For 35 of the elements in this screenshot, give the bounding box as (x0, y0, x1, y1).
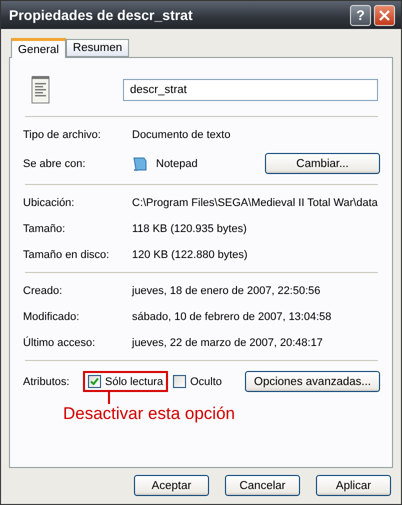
advanced-options-button[interactable]: Opciones avanzadas... (245, 371, 380, 392)
field-value: 120 KB (122.880 bytes) (132, 248, 248, 260)
field-value: C:\Program Files\SEGA\Medieval II Total War\data (132, 196, 378, 208)
field-label: Tamaño en disco: (23, 248, 110, 260)
dialog-button[interactable]: Aplicar (316, 475, 391, 496)
checkbox-label: Sólo lectura (105, 376, 164, 388)
help-button[interactable]: ? (350, 4, 371, 26)
file-name-field[interactable]: descr_strat (123, 79, 378, 101)
field-label: Último acceso: (23, 336, 96, 348)
field-value: jueves, 22 de marzo de 2007, 20:48:17 (132, 336, 323, 348)
field-value: Notepad (156, 158, 198, 170)
field-value: jueves, 18 de enero de 2007, 22:50:56 (132, 284, 320, 296)
close-button[interactable] (374, 4, 395, 26)
field-value: sábado, 10 de febrero de 2007, 13:04:58 (132, 310, 332, 322)
dialog-button[interactable]: Aceptar (134, 475, 209, 496)
field-label: Modificado: (23, 310, 80, 322)
field-label: Se abre con: (23, 158, 86, 170)
field-value: 118 KB (120.935 bytes) (132, 222, 247, 234)
field-value: Documento de texto (132, 128, 230, 140)
change-button[interactable]: Cambiar... (265, 153, 380, 174)
window-title: Propiedades de descr_strat (9, 7, 194, 23)
checkbox[interactable] (88, 375, 101, 388)
field-label: Creado: (23, 284, 64, 296)
field-label: Tipo de archivo: (23, 128, 102, 140)
tab[interactable]: General (11, 38, 66, 58)
checkbox-label: Oculto (190, 376, 222, 388)
dialog-button[interactable]: Cancelar (225, 475, 300, 496)
field-label: Tamaño: (23, 222, 66, 234)
field-label: Ubicación: (23, 196, 76, 208)
field-label: Atributos: (23, 376, 70, 388)
tab[interactable]: Resumen (66, 39, 130, 57)
annotation-text: Desactivar esta opción (63, 404, 236, 424)
close-icon (379, 10, 390, 20)
checkbox[interactable] (173, 375, 186, 388)
notepad-file-icon (31, 75, 51, 105)
